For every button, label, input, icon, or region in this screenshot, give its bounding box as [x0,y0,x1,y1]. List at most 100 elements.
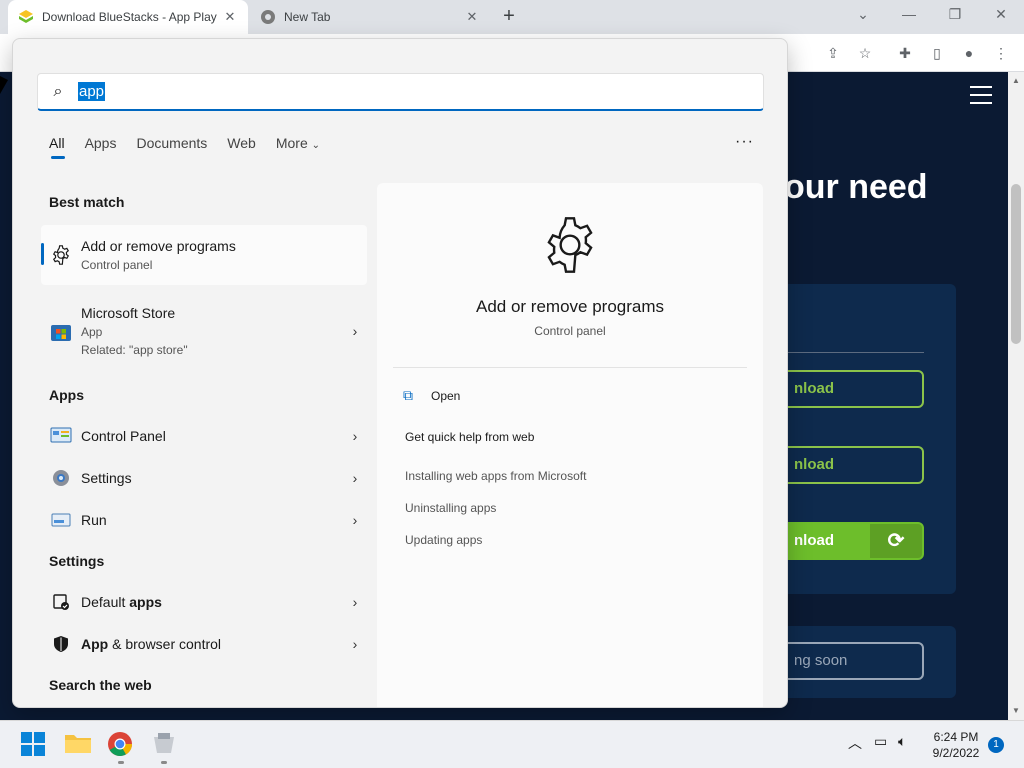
search-web-heading: Search the web [49,677,152,693]
setting-result-app-browser-control[interactable]: App & browser control › [41,627,367,661]
filter-tab-web[interactable]: Web [227,135,256,159]
menu-kebab-icon[interactable]: ⋮ [992,44,1010,62]
share-icon[interactable]: ⇪ [824,44,842,62]
file-explorer-icon[interactable] [64,731,92,759]
result-title: Add or remove programs [81,238,236,254]
open-label: Open [431,388,461,403]
result-title: Microsoft Store [81,305,176,321]
help-link[interactable]: Uninstalling apps [405,501,496,515]
notification-badge[interactable]: 1 [988,737,1004,753]
chevron-right-icon[interactable]: › [343,512,367,528]
result-title: Control Panel [81,428,166,444]
hamburger-menu-icon[interactable] [970,86,992,104]
result-related: Related: "app store" [81,343,188,357]
extensions-icon[interactable]: ✚ [896,44,914,62]
chevron-right-icon[interactable]: › [343,636,367,652]
filter-tab-apps[interactable]: Apps [85,135,117,159]
tab-new-tab[interactable]: New Tab ✕ [250,0,490,34]
page-scrollbar[interactable]: ▲ ▼ [1008,72,1024,720]
setting-result-default-apps[interactable]: Default apps › [41,585,367,619]
tab-bluestacks[interactable]: Download BlueStacks - App Play ✕ [8,0,248,34]
result-title-suffix: & browser control [108,636,222,652]
result-preview-pane: Add or remove programs Control panel ⧉ O… [377,183,763,707]
chrome-icon[interactable] [107,731,135,759]
volume-icon[interactable]: 🔈︎ [898,733,906,750]
chevron-right-icon[interactable]: › [343,470,367,486]
result-subtitle: Control panel [81,258,153,272]
filter-tab-more-label: More [275,135,308,151]
profile-avatar-icon[interactable]: ● [960,44,978,62]
divider [393,367,747,368]
bluestacks-icon [19,10,33,23]
result-title-match: App [81,636,109,652]
start-search-panel: ⌕ app All Apps Documents Web More ⌄ ··· … [12,38,788,708]
scrollbar-thumb[interactable] [1011,184,1021,344]
help-link[interactable]: Installing web apps from Microsoft [405,469,586,483]
tab-title: Download BlueStacks - App Play [42,10,217,24]
filter-tab-more[interactable]: More ⌄ [276,135,320,159]
chevron-up-icon[interactable]: ︿ [848,733,862,753]
app-result-control-panel[interactable]: Control Panel › [41,419,367,453]
result-title: Run [81,512,107,528]
close-tab-icon[interactable]: ✕ [222,9,238,25]
tab-search-icon[interactable]: ⌄ [848,6,878,26]
installer-icon[interactable] [151,731,179,759]
close-window-button[interactable]: ✕ [986,6,1016,26]
app-result-run[interactable]: Run › [41,503,367,537]
running-indicator [161,761,167,764]
chevron-right-icon[interactable]: › [343,594,367,610]
filter-tab-all[interactable]: All [49,135,65,159]
clock-date: 9/2/2022 [932,746,980,760]
scroll-down-icon[interactable]: ▼ [1008,706,1024,715]
shield-icon [41,635,81,653]
open-external-icon: ⧉ [403,387,413,403]
app-result-settings[interactable]: Settings › [41,461,367,495]
side-panel-icon[interactable]: ▯ [928,44,946,62]
chevron-down-icon: ⌄ [311,140,321,151]
divider [784,352,924,353]
settings-heading: Settings [49,553,105,569]
running-indicator [118,761,124,764]
apps-heading: Apps [49,387,84,403]
microsoft-store-result[interactable]: Microsoft Store App Related: "app store"… [41,297,367,365]
close-tab-icon[interactable]: ✕ [464,9,480,25]
control-panel-icon [41,427,81,445]
result-title-match: apps [129,594,162,610]
more-options-icon[interactable]: ··· [735,133,754,151]
result-title-prefix: Default [81,594,130,610]
settings-gear-icon [41,468,81,488]
default-apps-icon [41,593,81,611]
best-match-heading: Best match [49,194,125,210]
result-title: Settings [81,470,132,486]
mouse-cursor-icon [0,76,8,94]
result-title: Default apps [81,594,343,610]
run-icon [41,512,81,528]
filter-tab-documents[interactable]: Documents [136,135,207,159]
windows-start-icon[interactable] [20,731,48,759]
hero-heading: our need [784,168,928,206]
search-icon: ⌕ [53,82,63,100]
network-icon[interactable]: ▭ [874,733,887,750]
gear-icon [538,213,602,282]
chevron-right-icon[interactable]: › [343,428,367,444]
search-input[interactable]: app [78,82,106,101]
result-type: App [81,325,103,339]
help-link[interactable]: Updating apps [405,533,482,547]
gear-icon [41,244,81,266]
restore-button[interactable]: ❐ [940,6,970,26]
preview-title: Add or remove programs [475,297,665,316]
new-tab-button[interactable]: + [498,6,520,28]
download-label: nload [794,532,834,549]
preview-subtitle: Control panel [534,324,606,338]
bookmark-star-icon[interactable]: ☆ [856,44,874,62]
best-match-result[interactable]: Add or remove programs Control panel [41,225,367,285]
chevron-right-icon[interactable]: › [343,323,367,339]
clock[interactable]: 6:24 PM 9/2/2022 [924,729,988,761]
browser-tabstrip: Download BlueStacks - App Play ✕ New Tab… [0,0,1024,34]
minimize-button[interactable]: — [894,6,924,26]
scroll-up-icon[interactable]: ▲ [1008,76,1024,85]
taskbar: ︿ ▭ 🔈︎ 6:24 PM 9/2/2022 1 [0,720,1024,768]
clock-time: 6:24 PM [933,730,979,744]
search-box[interactable]: ⌕ app [37,73,764,111]
open-action[interactable]: ⧉ Open [403,387,460,404]
